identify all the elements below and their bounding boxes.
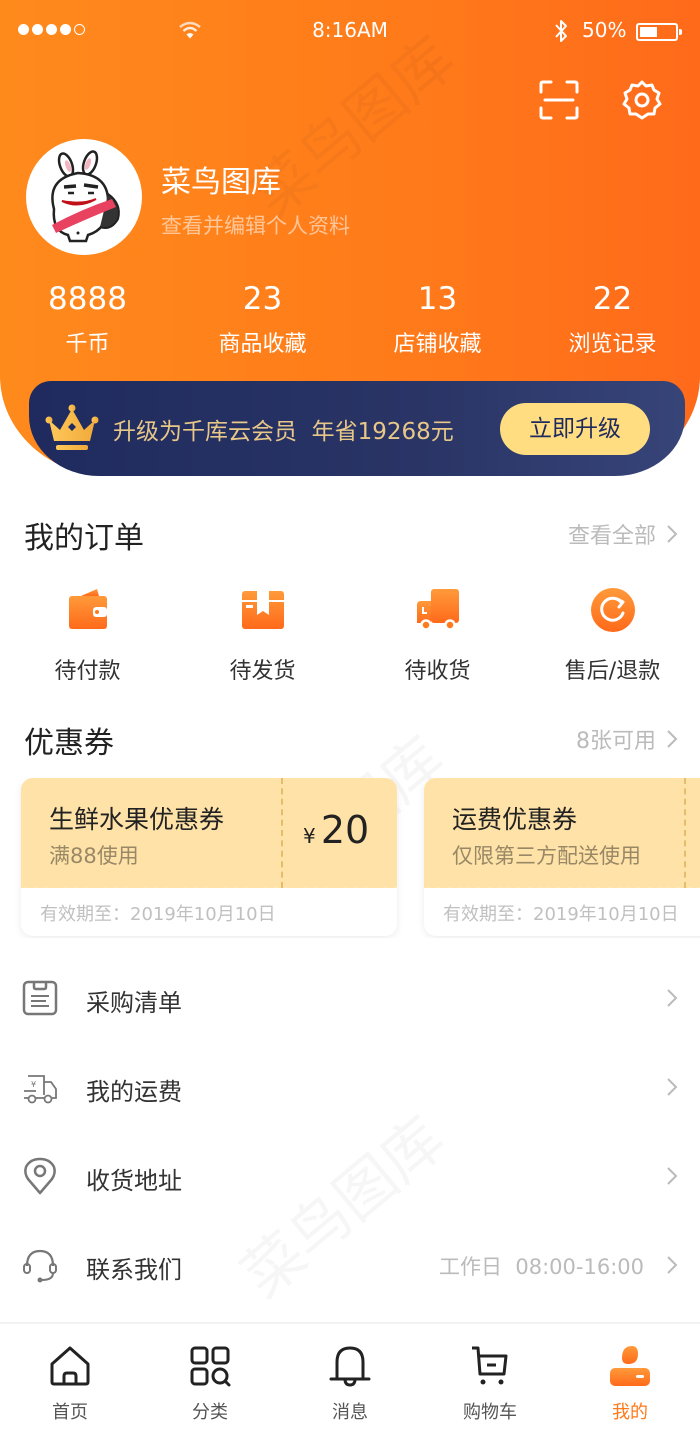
menu-label: 收货地址 bbox=[86, 1167, 182, 1195]
chevron-right-icon bbox=[667, 1167, 678, 1185]
package-icon bbox=[241, 591, 284, 629]
shipping-fee-icon: ¥ bbox=[24, 1075, 57, 1104]
chevron-right-icon bbox=[667, 1256, 678, 1274]
coupon-card[interactable]: 运费优惠券 仅限第三方配送使用 有效期至：2019年10月10日 bbox=[424, 778, 700, 936]
menu-item-purchase-list[interactable]: 采购清单 bbox=[0, 953, 700, 1042]
coupon-condition: 仅限第三方配送使用 bbox=[452, 844, 641, 868]
stat-label: 店铺收藏 bbox=[393, 332, 482, 357]
edit-profile-link[interactable]: 查看并编辑个人资料 bbox=[161, 210, 350, 240]
order-label: 待收货 bbox=[404, 659, 471, 684]
available-coupons-link[interactable]: 8张可用 bbox=[576, 723, 678, 755]
tab-messages[interactable]: 消息 bbox=[280, 1324, 420, 1435]
avatar[interactable] bbox=[26, 139, 142, 255]
stat-value: 13 bbox=[417, 281, 458, 317]
chevron-right-icon bbox=[667, 1078, 678, 1096]
battery-percent: 50% bbox=[582, 18, 627, 42]
menu-label: 采购清单 bbox=[86, 989, 182, 1017]
available-coupons-label: 8张可用 bbox=[576, 729, 656, 754]
svg-text:¥: ¥ bbox=[31, 1080, 36, 1089]
coupon-value: 20 bbox=[320, 808, 370, 852]
chevron-right-icon bbox=[667, 525, 678, 543]
user-icon bbox=[610, 1346, 650, 1386]
stats-row: 8888 千币 23 商品收藏 13 店铺收藏 22 浏览记录 bbox=[0, 280, 700, 358]
chevron-right-icon bbox=[667, 730, 678, 748]
chevron-right-icon bbox=[667, 989, 678, 1007]
currency-symbol: ¥ bbox=[303, 824, 316, 848]
stat-value: 22 bbox=[592, 281, 633, 317]
tab-label: 分类 bbox=[192, 1402, 228, 1423]
menu-item-contact-us[interactable]: 联系我们 工作日 08:00-16:00 bbox=[0, 1220, 700, 1309]
coupon-title: 生鲜水果优惠券 bbox=[49, 805, 225, 834]
tab-label: 消息 bbox=[332, 1402, 368, 1423]
stat-coins[interactable]: 8888 千币 bbox=[0, 280, 175, 358]
tab-cart[interactable]: 购物车 bbox=[420, 1324, 560, 1435]
tab-label: 首页 bbox=[52, 1402, 88, 1423]
stat-store-favorites[interactable]: 13 店铺收藏 bbox=[350, 280, 525, 358]
coupon-title: 运费优惠券 bbox=[452, 805, 578, 834]
stat-value: 23 bbox=[242, 281, 283, 317]
view-all-label: 查看全部 bbox=[567, 524, 656, 549]
order-pending-receipt[interactable]: 待收货 bbox=[350, 585, 525, 685]
tab-label: 购物车 bbox=[463, 1402, 517, 1423]
bluetooth-icon bbox=[555, 20, 567, 42]
home-icon bbox=[50, 1346, 90, 1386]
tab-profile[interactable]: 我的 bbox=[560, 1324, 700, 1435]
username: 菜鸟图库 bbox=[161, 165, 281, 200]
upgrade-now-button[interactable]: 立即升级 bbox=[500, 403, 650, 455]
order-pending-payment[interactable]: 待付款 bbox=[0, 585, 175, 685]
stat-label: 浏览记录 bbox=[568, 332, 657, 357]
coupon-divider bbox=[684, 778, 686, 888]
bell-icon bbox=[329, 1346, 371, 1387]
menu-label: 联系我们 bbox=[86, 1256, 182, 1284]
order-status-row: 待付款 待发货 待收货 售后/退款 bbox=[0, 585, 700, 685]
order-label: 待发货 bbox=[229, 659, 296, 684]
stat-browse-history[interactable]: 22 浏览记录 bbox=[525, 280, 700, 358]
truck-icon bbox=[416, 589, 459, 631]
coupon-condition: 满88使用 bbox=[49, 844, 139, 868]
crown-icon bbox=[45, 404, 99, 450]
headset-icon bbox=[23, 1249, 57, 1283]
menu-item-shipping-address[interactable]: 收货地址 bbox=[0, 1131, 700, 1220]
stat-value: 8888 bbox=[48, 281, 127, 317]
wallet-icon bbox=[68, 589, 107, 629]
orders-section-title: 我的订单 bbox=[24, 521, 144, 556]
order-after-sales[interactable]: 售后/退款 bbox=[525, 585, 700, 685]
status-bar: 8:16AM 50% bbox=[0, 0, 700, 64]
coupon-divider bbox=[281, 778, 283, 888]
coupon-card[interactable]: 生鲜水果优惠券 满88使用 ¥ 20 有效期至：2019年10月10日 bbox=[21, 778, 397, 936]
view-all-orders-link[interactable]: 查看全部 bbox=[568, 518, 678, 550]
refund-icon bbox=[590, 588, 635, 632]
location-icon bbox=[24, 1157, 56, 1195]
order-label: 售后/退款 bbox=[564, 659, 661, 684]
coupons-section-title: 优惠券 bbox=[24, 726, 114, 761]
order-pending-shipment[interactable]: 待发货 bbox=[175, 585, 350, 685]
menu-item-shipping-fee[interactable]: ¥ 我的运费 bbox=[0, 1042, 700, 1131]
gear-icon[interactable] bbox=[620, 78, 664, 122]
stat-label: 千币 bbox=[65, 332, 110, 357]
tab-home[interactable]: 首页 bbox=[0, 1324, 140, 1435]
menu-label: 我的运费 bbox=[86, 1078, 182, 1106]
order-label: 待付款 bbox=[54, 659, 121, 684]
tab-category[interactable]: 分类 bbox=[140, 1324, 280, 1435]
rabbit-avatar-image bbox=[51, 150, 120, 243]
vip-promo-text: 升级为千库云会员 年省19268元 bbox=[113, 419, 454, 445]
stat-label: 商品收藏 bbox=[218, 332, 307, 357]
stat-product-favorites[interactable]: 23 商品收藏 bbox=[175, 280, 350, 358]
scan-icon[interactable] bbox=[537, 78, 581, 122]
bottom-tab-bar: 首页 分类 消息 购物车 我的 bbox=[0, 1322, 700, 1435]
cart-icon bbox=[472, 1346, 508, 1385]
tab-label: 我的 bbox=[612, 1402, 648, 1423]
coupon-expiry: 有效期至：2019年10月10日 bbox=[443, 904, 679, 925]
list-icon bbox=[22, 980, 58, 1016]
coupon-amount: ¥ 20 bbox=[303, 808, 369, 852]
coupon-carousel[interactable]: 生鲜水果优惠券 满88使用 ¥ 20 有效期至：2019年10月10日 运费优惠… bbox=[0, 778, 700, 938]
working-hours: 工作日 08:00-16:00 bbox=[439, 1255, 644, 1279]
coupon-expiry: 有效期至：2019年10月10日 bbox=[40, 904, 276, 925]
category-icon bbox=[190, 1346, 231, 1387]
battery-icon bbox=[636, 23, 682, 41]
settings-menu: 采购清单 ¥ 我的运费 收货地址 联系我们 工作日 08:00-16:00 bbox=[0, 953, 700, 1309]
